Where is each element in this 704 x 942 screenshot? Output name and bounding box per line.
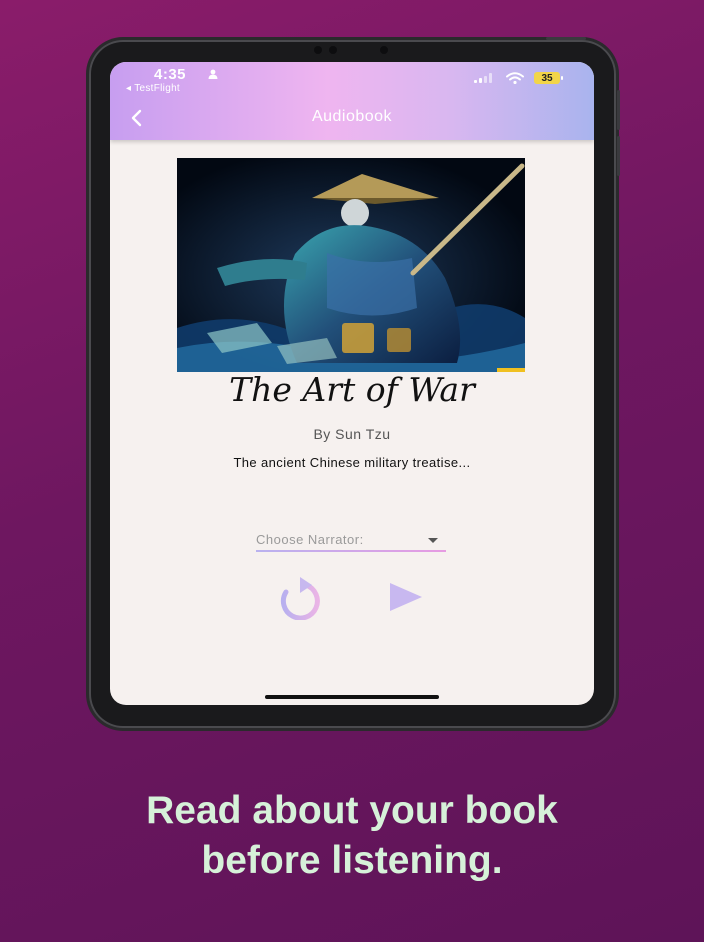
play-icon[interactable] — [386, 580, 426, 614]
top-button — [546, 37, 586, 40]
caption-line-2: before listening. — [201, 839, 503, 882]
narrator-dropdown[interactable]: Choose Narrator: — [256, 532, 446, 552]
book-author: By Sun Tzu — [313, 426, 391, 442]
person-icon — [208, 69, 218, 79]
tablet-device-frame: 4:35 ◂ TestFlight 35 Audiobook The Art o… — [89, 37, 620, 728]
status-time: 4:35 — [154, 66, 187, 83]
caption-line-1: Read about your book — [146, 789, 558, 832]
promo-caption: Read about your book before listening. — [0, 786, 704, 886]
narrator-placeholder: Choose Narrator: — [256, 532, 364, 547]
wifi-icon — [506, 72, 524, 84]
top-navigation-bar: 4:35 ◂ TestFlight 35 Audiobook — [110, 62, 594, 140]
status-indicators: 35 — [474, 71, 563, 85]
camera-dot — [314, 46, 322, 54]
app-screen: 4:35 ◂ TestFlight 35 Audiobook The Art o… — [110, 62, 594, 705]
book-description: The ancient Chinese military treatise... — [233, 455, 471, 470]
cellular-signal-icon — [474, 73, 492, 83]
camera-dot — [380, 46, 388, 54]
power-button — [617, 136, 620, 176]
replay-icon[interactable] — [274, 576, 328, 620]
page-title: Audiobook — [311, 108, 393, 125]
home-indicator — [265, 695, 439, 699]
camera-dot — [329, 46, 337, 54]
battery-level: 35 — [541, 72, 553, 84]
book-cover-image — [177, 158, 525, 372]
battery-indicator: 35 — [534, 72, 563, 84]
dropdown-arrow-icon — [428, 538, 438, 543]
volume-button — [617, 90, 620, 130]
back-to-app-link[interactable]: ◂ TestFlight — [126, 83, 180, 94]
book-title: The Art of War — [229, 370, 475, 409]
